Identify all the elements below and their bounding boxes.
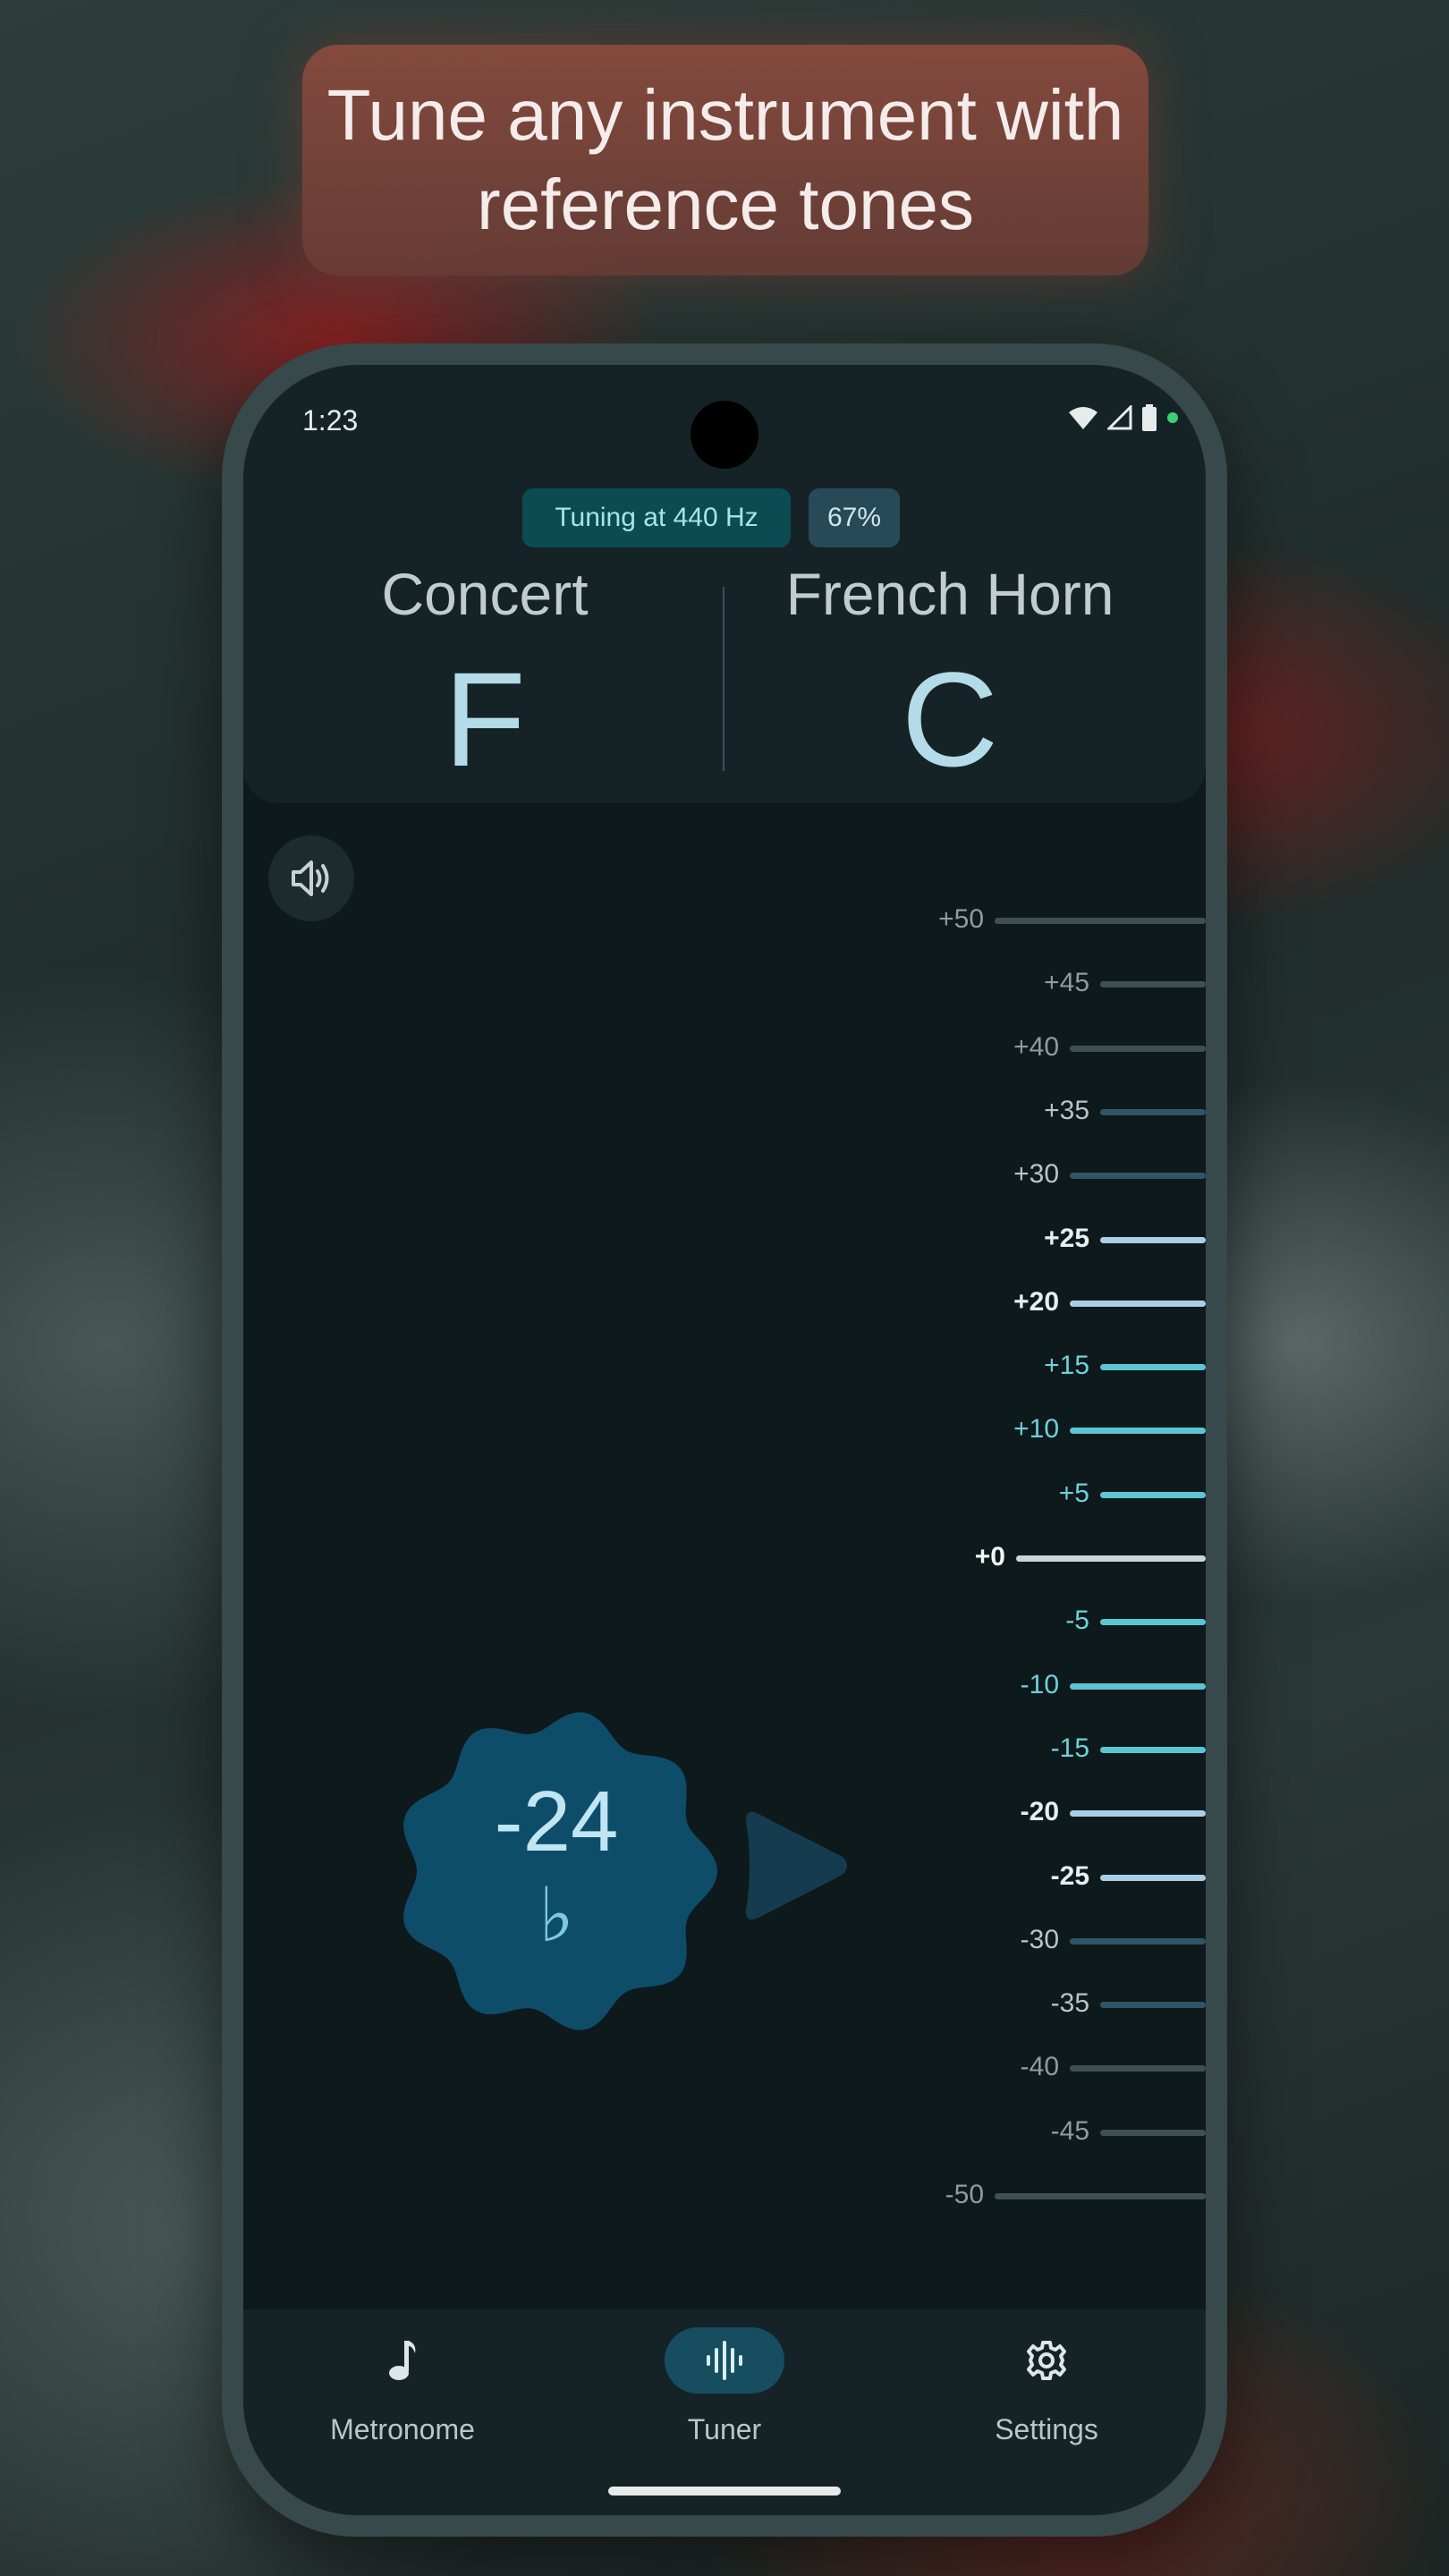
- scale-tick-label: -45: [1050, 2115, 1089, 2146]
- scale-tick: [1070, 1937, 1206, 1945]
- scale-tick: [1070, 1173, 1206, 1180]
- scale-tick-label: +10: [1013, 1414, 1059, 1445]
- scale-tick: [1070, 1045, 1206, 1052]
- scale-tick: [1100, 2002, 1206, 2009]
- nav-tuner-label: Tuner: [687, 2413, 762, 2445]
- nav-settings[interactable]: Settings: [921, 2327, 1172, 2446]
- scale-tick: [1100, 2129, 1206, 2136]
- nav-metronome-label: Metronome: [330, 2413, 475, 2445]
- scale-tick: [1100, 981, 1206, 988]
- scale-tick: [1100, 1236, 1206, 1243]
- scale-tick: [1070, 1428, 1206, 1435]
- promo-banner: Tune any instrument with reference tones: [302, 45, 1148, 275]
- flat-sign: ♭: [538, 1873, 574, 1957]
- scale-tick: [1016, 1555, 1206, 1562]
- scale-tick: [1070, 1682, 1206, 1690]
- scale-tick-label: -40: [1020, 2052, 1059, 2082]
- scale-tick-label: +20: [1013, 1286, 1059, 1317]
- scale-tick: [995, 918, 1206, 924]
- scale-tick: [1100, 1874, 1206, 1881]
- scale-tick-label: -10: [1020, 1669, 1059, 1699]
- scale-tick-label: -35: [1050, 1988, 1089, 2019]
- scale-tick: [1100, 1108, 1206, 1115]
- pointer-arrow-icon: [746, 1811, 847, 1920]
- bottom-navigation: Metronome Tuner Settings: [243, 2309, 1206, 2515]
- scale-tick: [1100, 1491, 1206, 1498]
- scale-tick: [1070, 1810, 1206, 1818]
- scale-tick-label: -5: [1065, 1606, 1089, 1636]
- waveform-icon: [707, 2341, 742, 2380]
- cents-value: -24: [494, 1774, 619, 1869]
- nav-tuner[interactable]: Tuner: [599, 2327, 850, 2446]
- scale-tick: [1100, 1619, 1206, 1626]
- scale-tick-label: +30: [1013, 1159, 1059, 1190]
- gear-icon: [1027, 2341, 1066, 2380]
- scale-tick-label: -20: [1020, 1797, 1059, 1827]
- scale-tick: [1070, 1300, 1206, 1307]
- nav-tuner-icon-wrap: [665, 2327, 784, 2394]
- scale-tick-label: +45: [1044, 968, 1089, 998]
- scale-tick: [995, 2193, 1206, 2199]
- scale-tick-label: -25: [1050, 1860, 1089, 1891]
- scale-tick-label: -15: [1050, 1733, 1089, 1763]
- scale-tick: [1070, 2065, 1206, 2072]
- scale-tick-label: +0: [974, 1542, 1005, 1572]
- scale-tick-label: +5: [1058, 1478, 1089, 1508]
- nav-metronome-icon-wrap: [343, 2327, 462, 2394]
- home-indicator: [608, 2487, 841, 2496]
- scale-tick-label: -30: [1020, 1924, 1059, 1954]
- scale-tick-label: -50: [945, 2180, 984, 2209]
- cents-indicator: -24 ♭: [386, 1701, 726, 2041]
- scale-tick-label: +15: [1044, 1351, 1089, 1381]
- phone-frame: 1:23 Tuning at 440 Hz 67% Concert F Fren…: [222, 343, 1227, 2537]
- music-note-icon: [389, 2341, 416, 2380]
- nav-settings-icon-wrap: [987, 2327, 1106, 2394]
- scale-tick-label: +35: [1044, 1095, 1089, 1125]
- nav-settings-label: Settings: [995, 2413, 1098, 2445]
- scale-tick-label: +40: [1013, 1031, 1059, 1062]
- app-screen: 1:23 Tuning at 440 Hz 67% Concert F Fren…: [243, 365, 1206, 2515]
- scale-tick-label: +50: [938, 904, 984, 934]
- promo-banner-text: Tune any instrument with reference tones: [326, 75, 1124, 244]
- scale-tick-label: +25: [1044, 1223, 1089, 1253]
- scale-tick: [1100, 1746, 1206, 1753]
- scale-tick: [1100, 1364, 1206, 1371]
- nav-metronome[interactable]: Metronome: [277, 2327, 528, 2446]
